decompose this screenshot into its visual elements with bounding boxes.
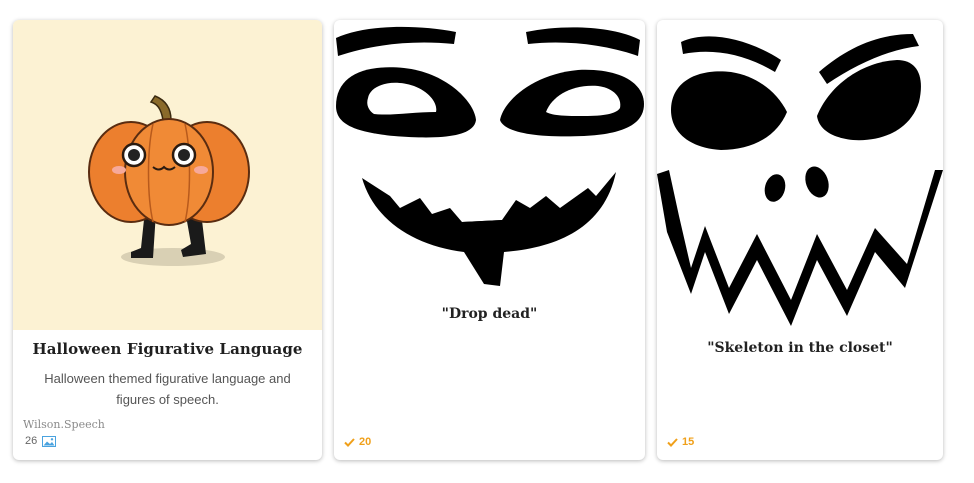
completion-count-row: 20 (344, 436, 371, 448)
deck-card-halloween-figurative-language[interactable]: Halloween Figurative Language Halloween … (13, 20, 322, 460)
card-title[interactable]: Halloween Figurative Language (13, 340, 322, 358)
pumpkin-illustration (88, 95, 250, 266)
checkmark-icon (344, 437, 355, 447)
completion-count: 15 (682, 436, 695, 448)
card-count-row: 26 (25, 435, 57, 447)
author-name[interactable]: Wilson.Speech (23, 418, 105, 431)
checkmark-icon (667, 437, 678, 447)
completion-count-row: 15 (667, 436, 694, 448)
deck-card-skeleton-in-the-closet[interactable]: "Skeleton in the closet" 15 (657, 20, 943, 460)
angry-jack-o-lantern-face-image (657, 34, 943, 326)
completion-count: 20 (359, 436, 372, 448)
deck-card-drop-dead[interactable]: "Drop dead" 20 (334, 20, 645, 460)
card-count: 26 (25, 435, 38, 447)
image-icon (42, 435, 57, 447)
card-thumbnail[interactable] (13, 20, 322, 330)
card-caption[interactable]: "Skeleton in the closet" (657, 340, 943, 356)
card-caption[interactable]: "Drop dead" (334, 306, 645, 322)
card-description: Halloween themed figurative language and… (44, 371, 291, 407)
jack-o-lantern-face-image (336, 26, 644, 286)
